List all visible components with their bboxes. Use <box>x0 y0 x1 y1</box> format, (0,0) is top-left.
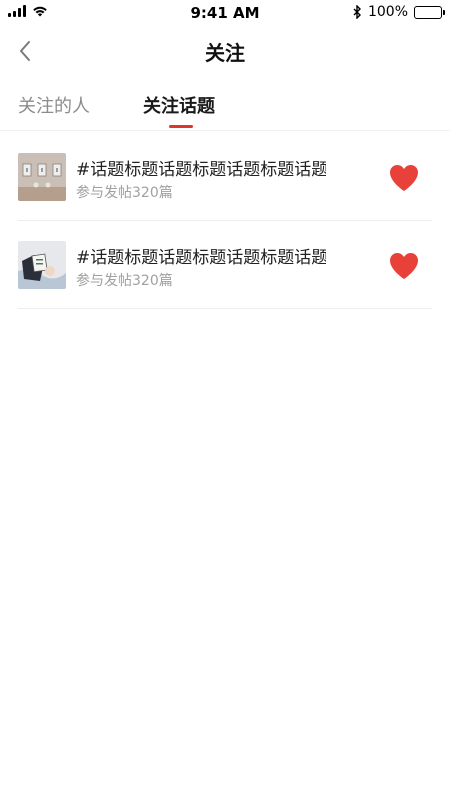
follow-heart-button[interactable] <box>388 163 420 193</box>
list-item[interactable]: #话题标题话题标题话题标题话题标题… 参与发帖320篇 <box>18 133 432 221</box>
topic-post-count: 参与发帖320篇 <box>76 185 173 201</box>
status-bar: 9:41 AM 100% <box>0 0 450 26</box>
tab-followed-people[interactable]: 关注的人 <box>18 92 90 118</box>
topic-list: #话题标题话题标题话题标题话题标题… 参与发帖320篇 #话题标题话题标题话题标… <box>18 133 432 309</box>
topic-title: #话题标题话题标题话题标题话题标题… <box>76 248 326 268</box>
page-title: 关注 <box>205 41 245 65</box>
bluetooth-icon <box>353 5 362 19</box>
topic-thumbnail <box>18 153 66 201</box>
battery-percent: 100% <box>367 4 408 20</box>
tab-bar: 关注的人 关注话题 <box>0 80 450 131</box>
status-right: 100% <box>353 4 445 20</box>
heart-icon <box>390 253 418 279</box>
list-item[interactable]: #话题标题话题标题话题标题话题标题… 参与发帖320篇 <box>18 221 432 309</box>
active-tab-indicator <box>169 125 193 128</box>
tab-followed-topics[interactable]: 关注话题 <box>143 92 215 118</box>
topic-title: #话题标题话题标题话题标题话题标题… <box>76 160 326 180</box>
topic-thumbnail <box>18 241 66 289</box>
heart-icon <box>390 165 418 191</box>
battery-icon <box>414 5 445 19</box>
follow-heart-button[interactable] <box>388 251 420 281</box>
nav-bar: 关注 <box>0 26 450 76</box>
topic-post-count: 参与发帖320篇 <box>76 273 173 289</box>
